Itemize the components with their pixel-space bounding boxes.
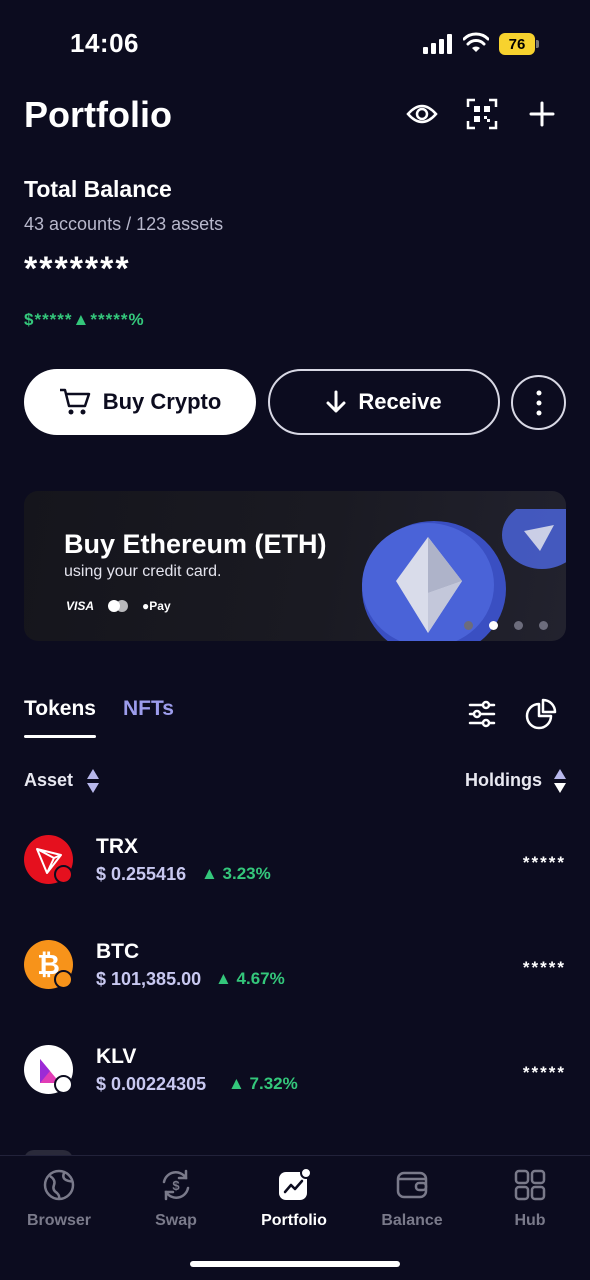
buy-crypto-button[interactable]: Buy Crypto bbox=[24, 369, 256, 435]
page-title: Portfolio bbox=[24, 94, 172, 135]
banner-title: Buy Ethereum (ETH) bbox=[64, 529, 327, 559]
token-change: ▲ 7.32% bbox=[228, 1074, 298, 1093]
home-indicator[interactable] bbox=[190, 1261, 400, 1267]
token-symbol: TRX bbox=[96, 835, 138, 858]
network-badge-icon bbox=[54, 1075, 73, 1094]
sort-asset[interactable]: Asset bbox=[24, 770, 73, 791]
nav-balance[interactable]: Balance bbox=[362, 1168, 462, 1230]
status-time: 14:06 bbox=[70, 28, 139, 58]
apple-pay-logo: ●Pay bbox=[142, 599, 171, 613]
nav-label: Balance bbox=[381, 1212, 443, 1229]
carousel-dot[interactable] bbox=[514, 621, 523, 630]
promo-banner[interactable]: Buy Ethereum (ETH) using your credit car… bbox=[24, 491, 566, 641]
chart-icon bbox=[279, 1168, 311, 1200]
payment-methods: VISA ●Pay bbox=[66, 599, 171, 613]
accounts-summary: 43 accounts / 123 assets bbox=[24, 214, 224, 234]
nav-label: Browser bbox=[26, 1212, 92, 1229]
carousel-dot[interactable] bbox=[539, 621, 548, 630]
pie-chart-icon[interactable] bbox=[524, 697, 558, 731]
svg-text:$: $ bbox=[172, 1178, 180, 1193]
grid-icon bbox=[514, 1169, 546, 1201]
mastercard-icon bbox=[108, 600, 129, 612]
tab-active-indicator bbox=[24, 735, 96, 738]
visa-logo: VISA bbox=[66, 599, 95, 613]
nav-label: Swap bbox=[155, 1212, 197, 1229]
token-symbol: BTC bbox=[96, 940, 140, 963]
nav-label: Hub bbox=[514, 1212, 546, 1229]
buy-crypto-label: Buy Crypto bbox=[102, 389, 222, 414]
token-row-btc[interactable]: ₿ BTC $ 101,385.00 ▲ 4.67% ***** bbox=[24, 940, 566, 1010]
receive-button[interactable]: Receive bbox=[268, 369, 500, 435]
nav-hub[interactable]: Hub bbox=[480, 1168, 580, 1230]
nav-portfolio[interactable]: Portfolio bbox=[244, 1168, 344, 1230]
sort-holdings[interactable]: Holdings bbox=[465, 770, 542, 791]
globe-icon bbox=[43, 1169, 75, 1201]
more-vertical-icon bbox=[536, 390, 541, 415]
balance-change: $*****▲*****% bbox=[24, 310, 145, 329]
banner-subtitle: using your credit card. bbox=[64, 563, 222, 580]
total-balance-title: Total Balance bbox=[24, 176, 172, 202]
filter-icon[interactable] bbox=[465, 697, 499, 731]
wallet-icon bbox=[396, 1171, 428, 1199]
tab-tokens[interactable]: Tokens bbox=[24, 697, 96, 721]
token-price: $ 0.255416 bbox=[96, 864, 187, 884]
cart-icon bbox=[59, 388, 90, 415]
token-holdings: ***** bbox=[522, 958, 566, 977]
nav-browser[interactable]: Browser bbox=[9, 1168, 109, 1230]
token-row-klv[interactable]: KLV $ 0.00224305 ▲ 7.32% ***** bbox=[24, 1045, 566, 1115]
battery-icon: 76 bbox=[499, 33, 539, 55]
eye-icon[interactable] bbox=[404, 96, 440, 132]
arrow-down-icon bbox=[326, 390, 346, 413]
qr-scan-icon[interactable] bbox=[464, 96, 500, 132]
token-holdings: ***** bbox=[522, 853, 566, 872]
carousel-dot[interactable] bbox=[464, 621, 473, 630]
network-badge-icon bbox=[54, 865, 73, 884]
balance-amount: ******* bbox=[24, 250, 131, 288]
nav-label: Portfolio bbox=[261, 1212, 327, 1229]
battery-level: 76 bbox=[499, 33, 535, 55]
receive-label: Receive bbox=[358, 389, 442, 414]
token-price: $ 0.00224305 bbox=[96, 1074, 207, 1094]
token-change: ▲ 3.23% bbox=[201, 864, 271, 883]
token-symbol: KLV bbox=[96, 1045, 137, 1068]
more-button[interactable] bbox=[511, 375, 566, 430]
add-icon[interactable] bbox=[524, 96, 560, 132]
token-price: $ 101,385.00 bbox=[96, 969, 202, 989]
network-badge-icon bbox=[54, 970, 73, 989]
carousel-dot-active[interactable] bbox=[489, 621, 498, 630]
nav-swap[interactable]: $ Swap bbox=[126, 1168, 226, 1230]
signal-icon bbox=[423, 34, 452, 54]
swap-icon: $ bbox=[162, 1169, 190, 1201]
carousel-indicator bbox=[464, 621, 548, 630]
token-change: ▲ 4.67% bbox=[215, 969, 285, 988]
token-holdings: ***** bbox=[522, 1063, 566, 1082]
wifi-icon bbox=[463, 32, 489, 52]
tab-nfts[interactable]: NFTs bbox=[123, 697, 174, 721]
sort-icon[interactable] bbox=[86, 768, 100, 794]
token-row-trx[interactable]: TRX $ 0.255416 ▲ 3.23% ***** bbox=[24, 835, 566, 905]
sort-icon[interactable] bbox=[553, 768, 567, 794]
